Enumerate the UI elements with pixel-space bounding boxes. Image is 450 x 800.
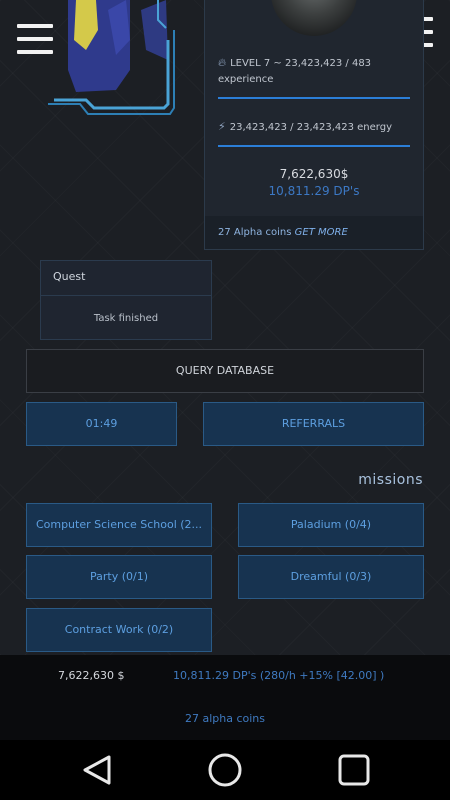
recents-square-icon[interactable]: [336, 752, 372, 788]
quest-title: Quest: [53, 270, 86, 283]
home-circle-icon[interactable]: [207, 752, 243, 788]
money-value: 7,622,630$: [279, 167, 349, 181]
lightning-icon: ⚡︎: [218, 120, 226, 133]
mission-button-paladium[interactable]: Paladium (0/4): [238, 503, 424, 547]
system-navigation-bar: [0, 740, 450, 800]
footer-dp-rate: 10,811.29 DP's (280/h +15% [42.00] ): [173, 669, 385, 682]
footer-coins: 27 alpha coins: [184, 712, 266, 725]
menu-left-button[interactable]: [17, 24, 53, 54]
dp-value: 10,811.29 DP's: [268, 184, 360, 198]
mission-button-computer-science-school[interactable]: Computer Science School (2...: [26, 503, 212, 547]
back-triangle-icon[interactable]: [79, 752, 115, 788]
coins-text: 27 Alpha coins: [218, 227, 292, 238]
quest-panel: Quest Task finished: [40, 260, 212, 340]
flame-icon: 🔥︎: [218, 56, 227, 69]
coins-strip: 27 Alpha coins GET MORE: [205, 216, 423, 249]
level-text: LEVEL 7 ~ 23,423,423 / 483: [230, 58, 372, 69]
player-stats-panel: 🔥︎ LEVEL 7 ~ 23,423,423 / 483 experience …: [204, 0, 424, 250]
experience-label: experience: [218, 74, 274, 85]
mission-button-contract-work[interactable]: Contract Work (0/2): [26, 608, 212, 652]
character-portrait: [46, 0, 176, 116]
energy-bar: [218, 145, 410, 147]
footer-money: 7,622,630 $: [58, 669, 125, 682]
mission-button-dreamful[interactable]: Dreamful (0/3): [238, 555, 424, 599]
quest-status: Task finished: [93, 313, 159, 324]
avatar[interactable]: [271, 0, 357, 36]
mission-button-party[interactable]: Party (0/1): [26, 555, 212, 599]
quest-divider: [41, 295, 211, 296]
level-row: 🔥︎ LEVEL 7 ~ 23,423,423 / 483: [218, 56, 371, 70]
energy-text: 23,423,423 / 23,423,423 energy: [229, 122, 392, 133]
timer-button[interactable]: 01:49: [26, 402, 177, 446]
missions-heading: missions: [358, 472, 423, 488]
experience-bar: [218, 97, 410, 99]
referrals-button[interactable]: REFERRALS: [203, 402, 424, 446]
energy-row: ⚡︎ 23,423,423 / 23,423,423 energy: [218, 120, 392, 133]
query-database-button[interactable]: QUERY DATABASE: [26, 349, 424, 393]
footer-bar: 7,622,630 $ 10,811.29 DP's (280/h +15% […: [0, 655, 450, 740]
get-more-link[interactable]: GET MORE: [295, 227, 348, 238]
